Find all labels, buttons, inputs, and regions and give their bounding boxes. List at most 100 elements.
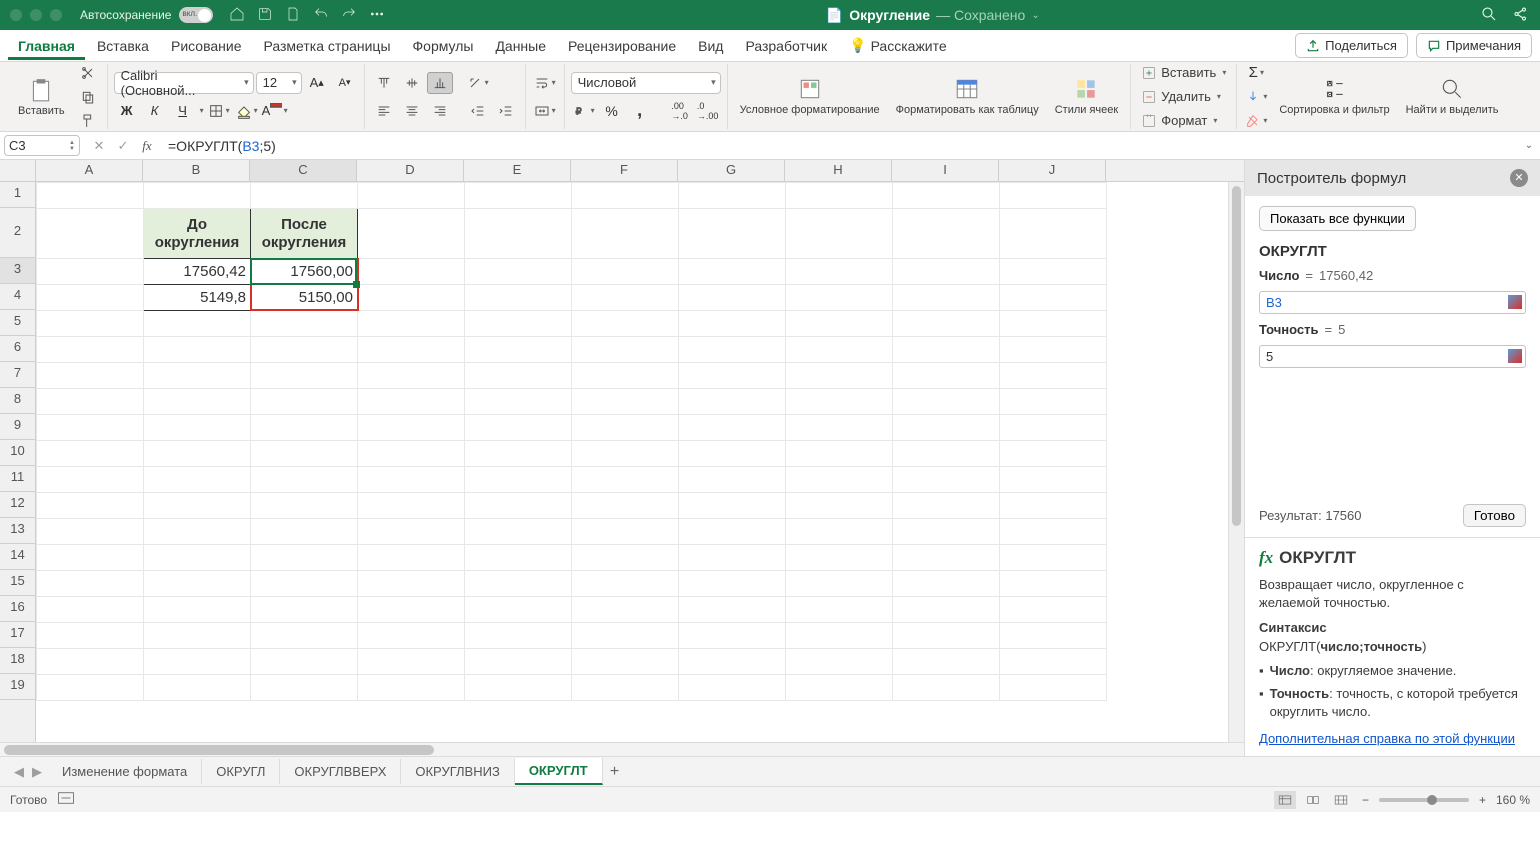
col-header-J[interactable]: J xyxy=(999,160,1106,181)
col-header-B[interactable]: B xyxy=(143,160,250,181)
tab-layout[interactable]: Разметка страницы xyxy=(254,32,401,60)
row-header-1[interactable]: 1 xyxy=(0,182,35,208)
arg1-input[interactable]: B3 xyxy=(1259,291,1526,314)
decrease-decimal-icon[interactable]: .0→.00 xyxy=(695,100,721,122)
view-page-layout-icon[interactable] xyxy=(1302,791,1324,809)
minimize-dot[interactable] xyxy=(30,9,42,21)
range-picker-icon-2[interactable] xyxy=(1508,349,1522,363)
row-header-6[interactable]: 6 xyxy=(0,336,35,362)
paste-button[interactable]: Вставить xyxy=(12,75,71,119)
orientation-icon[interactable]: ▾ xyxy=(465,72,491,94)
insert-cells-button[interactable]: Вставить▾ xyxy=(1137,62,1230,84)
tab-formulas[interactable]: Формулы xyxy=(403,32,484,60)
horizontal-scrollbar[interactable] xyxy=(0,742,1244,756)
clear-icon[interactable]: ▾ xyxy=(1243,110,1269,132)
row-header-5[interactable]: 5 xyxy=(0,310,35,336)
tab-developer[interactable]: Разработчик xyxy=(735,32,837,60)
col-header-C[interactable]: C xyxy=(250,160,357,181)
merge-cells-icon[interactable]: ▾ xyxy=(532,100,558,122)
fill-down-icon[interactable]: ▾ xyxy=(1243,86,1269,108)
fill-handle[interactable] xyxy=(353,281,360,288)
fill-color-icon[interactable]: ▾ xyxy=(234,100,260,122)
cell-B4[interactable]: 5149,8 xyxy=(144,285,251,311)
row-header-18[interactable]: 18 xyxy=(0,648,35,674)
font-size-combo[interactable]: 12 xyxy=(256,72,302,94)
tab-draw[interactable]: Рисование xyxy=(161,32,252,60)
grow-font-icon[interactable]: A▴ xyxy=(304,72,330,94)
name-box[interactable]: C3 ▲▼ xyxy=(4,135,80,156)
delete-cells-button[interactable]: Удалить▾ xyxy=(1137,86,1230,108)
share-button[interactable]: Поделиться xyxy=(1295,33,1408,58)
search-icon[interactable] xyxy=(1480,5,1498,26)
col-header-F[interactable]: F xyxy=(571,160,678,181)
row-header-15[interactable]: 15 xyxy=(0,570,35,596)
tab-insert[interactable]: Вставка xyxy=(87,32,159,60)
number-format-combo[interactable]: Числовой xyxy=(571,72,721,94)
col-header-A[interactable]: A xyxy=(36,160,143,181)
cut-icon[interactable] xyxy=(75,62,101,84)
home-icon[interactable] xyxy=(229,6,245,25)
select-all-corner[interactable] xyxy=(0,160,36,181)
row-header-7[interactable]: 7 xyxy=(0,362,35,388)
autosave-switch[interactable]: вкл. xyxy=(179,7,213,23)
autosum-icon[interactable]: Σ▾ xyxy=(1243,62,1269,84)
cell-styles-button[interactable]: Стили ячеек xyxy=(1049,74,1124,119)
currency-icon[interactable]: ₽▾ xyxy=(571,100,597,122)
row-header-11[interactable]: 11 xyxy=(0,466,35,492)
align-center-icon[interactable] xyxy=(399,100,425,122)
row-header-4[interactable]: 4 xyxy=(0,284,35,310)
sheet-tab-4[interactable]: ОКРУГЛВНИЗ xyxy=(401,759,514,784)
cell-B2[interactable]: До округления xyxy=(144,209,251,259)
accessibility-icon[interactable] xyxy=(57,791,75,808)
row-header-16[interactable]: 16 xyxy=(0,596,35,622)
more-icon[interactable] xyxy=(369,6,385,25)
row-header-13[interactable]: 13 xyxy=(0,518,35,544)
row-header-14[interactable]: 14 xyxy=(0,544,35,570)
sheet-tab-3[interactable]: ОКРУГЛВВЕРХ xyxy=(280,759,401,784)
row-header-12[interactable]: 12 xyxy=(0,492,35,518)
row-header-9[interactable]: 9 xyxy=(0,414,35,440)
accept-formula-icon[interactable]: ✓ xyxy=(114,138,132,154)
tab-data[interactable]: Данные xyxy=(485,32,556,60)
font-color-icon[interactable]: A▾ xyxy=(262,100,288,122)
sheet-tab-1[interactable]: Изменение формата xyxy=(48,759,202,784)
arg2-input[interactable]: 5 xyxy=(1259,345,1526,368)
align-left-icon[interactable] xyxy=(371,100,397,122)
col-header-I[interactable]: I xyxy=(892,160,999,181)
format-cells-button[interactable]: Формат▾ xyxy=(1137,110,1230,132)
fx-icon[interactable]: fx xyxy=(138,138,156,154)
row-header-10[interactable]: 10 xyxy=(0,440,35,466)
sheet-tab-5[interactable]: ОКРУГЛТ xyxy=(515,758,603,785)
close-pane-icon[interactable]: ✕ xyxy=(1510,169,1528,187)
italic-button[interactable]: К xyxy=(142,100,168,122)
zoom-level[interactable]: 160 % xyxy=(1496,793,1530,807)
col-header-E[interactable]: E xyxy=(464,160,571,181)
indent-increase-icon[interactable] xyxy=(493,100,519,122)
indent-decrease-icon[interactable] xyxy=(465,100,491,122)
row-header-2[interactable]: 2 xyxy=(0,208,35,258)
range-picker-icon[interactable] xyxy=(1508,295,1522,309)
tab-view[interactable]: Вид xyxy=(688,32,733,60)
formula-input[interactable]: =ОКРУГЛТ(B3;5) xyxy=(162,138,1518,154)
format-table-button[interactable]: Форматировать как таблицу xyxy=(890,74,1045,119)
save-icon[interactable] xyxy=(257,6,273,25)
wrap-text-icon[interactable]: ▾ xyxy=(532,72,558,94)
comma-icon[interactable]: , xyxy=(627,100,653,122)
col-header-H[interactable]: H xyxy=(785,160,892,181)
align-middle-icon[interactable] xyxy=(399,72,425,94)
underline-button[interactable]: Ч xyxy=(170,100,196,122)
chevron-down-icon[interactable]: ⌄ xyxy=(1031,10,1039,21)
align-top-icon[interactable] xyxy=(371,72,397,94)
sheet-tab-2[interactable]: ОКРУГЛ xyxy=(202,759,280,784)
zoom-out-button[interactable]: − xyxy=(1358,793,1373,807)
cell-C4[interactable]: 5150,00 xyxy=(251,285,358,311)
show-all-functions-button[interactable]: Показать все функции xyxy=(1259,206,1416,231)
percent-icon[interactable]: % xyxy=(599,100,625,122)
row-header-17[interactable]: 17 xyxy=(0,622,35,648)
undo-icon[interactable] xyxy=(313,6,329,25)
name-box-stepper[interactable]: ▲▼ xyxy=(69,140,75,152)
prev-sheet-icon[interactable]: ◀ xyxy=(14,764,24,780)
vertical-scrollbar[interactable] xyxy=(1228,182,1244,742)
cell-C3[interactable]: 17560,00 xyxy=(251,259,358,285)
done-button[interactable]: Готово xyxy=(1463,504,1526,527)
